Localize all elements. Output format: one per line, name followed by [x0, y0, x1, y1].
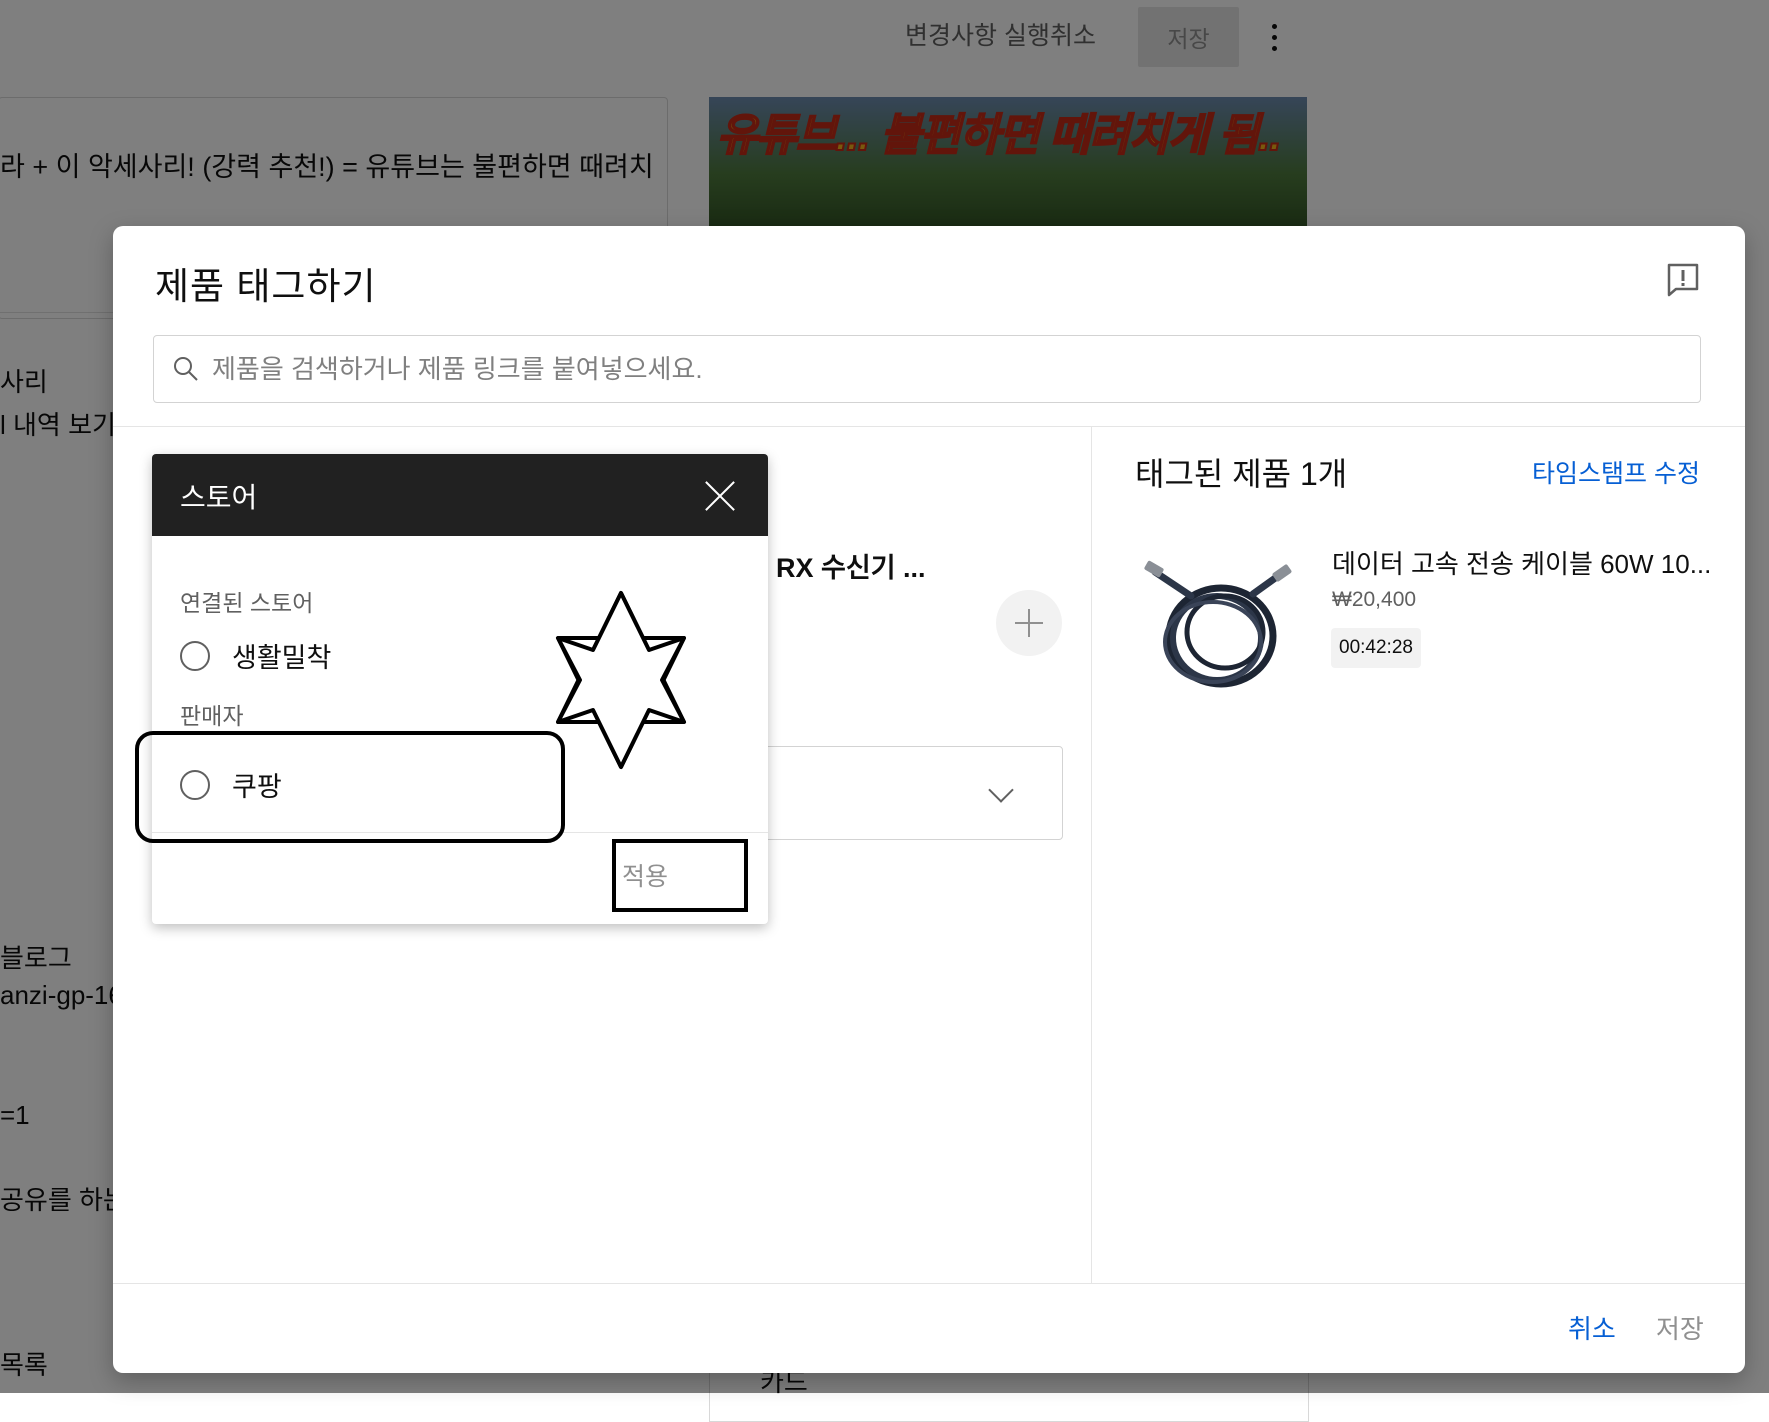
product-thumbnail	[1144, 560, 1292, 688]
star-annotation-icon	[556, 591, 686, 769]
divider	[113, 1283, 1745, 1284]
dialog-title: 제품 태그하기	[155, 266, 377, 307]
tagged-products-heading: 태그된 제품 1개	[1135, 456, 1348, 492]
popup-title: 스토어	[180, 482, 258, 513]
search-input[interactable]	[210, 352, 1664, 386]
connected-stores-label: 연결된 스토어	[180, 590, 314, 616]
tagged-product-price: ₩20,400	[1332, 588, 1417, 611]
search-result-title[interactable]: RX 수신기 ...	[776, 546, 926, 585]
product-search-field[interactable]	[153, 335, 1701, 403]
edit-timestamp-button[interactable]: 타임스탬프 수정	[1532, 454, 1700, 490]
feedback-icon[interactable]	[1666, 262, 1700, 298]
store-option-label: 생활밀착	[232, 643, 332, 673]
highlight-box-annotation	[612, 839, 748, 912]
divider	[113, 426, 1745, 427]
close-icon[interactable]	[704, 480, 736, 512]
popup-header: 스토어	[152, 454, 768, 536]
tagged-product-name[interactable]: 데이터 고속 전송 케이블 60W 10...	[1332, 544, 1711, 581]
save-button[interactable]: 저장	[1656, 1309, 1704, 1346]
store-option-connected[interactable]: 생활밀착	[180, 636, 331, 675]
highlight-box-annotation	[135, 731, 565, 843]
cancel-button[interactable]: 취소	[1568, 1309, 1616, 1346]
chevron-down-icon	[988, 777, 1014, 803]
tagged-product-timestamp[interactable]: 00:42:28	[1331, 628, 1421, 668]
seller-section-label: 판매자	[180, 703, 244, 729]
divider	[1091, 426, 1092, 1283]
add-product-button[interactable]	[996, 590, 1062, 656]
radio-button[interactable]	[180, 640, 210, 671]
search-icon	[174, 357, 198, 381]
